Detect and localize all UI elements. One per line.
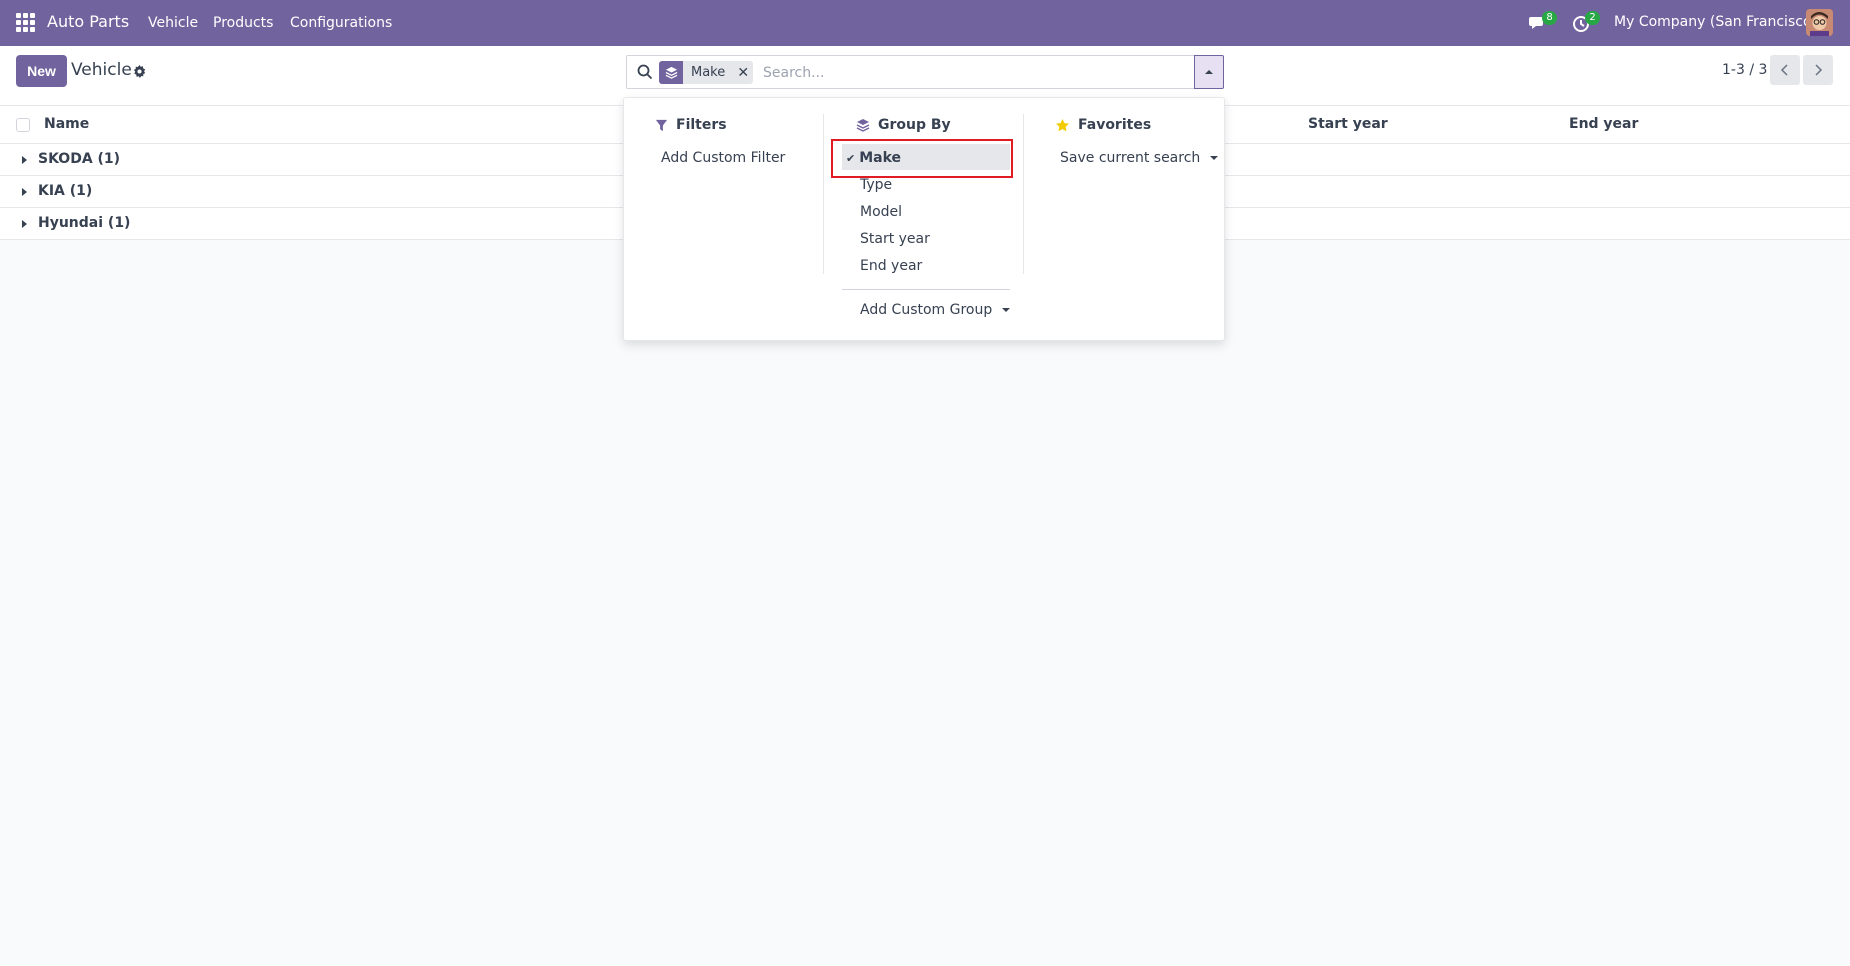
close-icon[interactable]: ✕ — [733, 61, 753, 84]
column-name[interactable]: Name — [44, 116, 89, 132]
chevron-left-icon — [1780, 64, 1788, 76]
gear-icon[interactable] — [133, 65, 146, 78]
caret-right-icon — [22, 156, 27, 164]
apps-menu-icon[interactable] — [16, 13, 35, 32]
annotation-highlight-box — [831, 139, 1013, 178]
chevron-right-icon — [1815, 64, 1823, 76]
caret-right-icon — [22, 188, 27, 196]
column-divider — [823, 114, 824, 274]
search-icon — [637, 64, 653, 80]
group-by-divider — [842, 289, 1010, 290]
group-by-layers-icon — [659, 61, 683, 84]
search-panel-dropdown: Filters Add Custom Filter Group By ✔ Make… — [623, 97, 1225, 341]
add-custom-filter[interactable]: Add Custom Filter — [661, 150, 785, 166]
pager-previous-button[interactable] — [1770, 55, 1800, 85]
group-label: Hyundai (1) — [38, 215, 131, 231]
user-avatar[interactable] — [1806, 9, 1833, 36]
select-all-checkbox[interactable] — [16, 118, 30, 132]
facet-label: Make — [691, 65, 726, 80]
group-by-option-start-year[interactable]: Start year — [860, 231, 930, 247]
group-by-option-end-year[interactable]: End year — [860, 258, 922, 274]
save-current-search[interactable]: Save current search — [1060, 150, 1219, 166]
favorites-section-title: Favorites — [1055, 117, 1151, 133]
filters-section-title: Filters — [655, 117, 727, 133]
new-button[interactable]: New — [16, 55, 67, 87]
caret-down-icon — [1002, 308, 1011, 312]
caret-up-icon — [1205, 70, 1213, 74]
app-brand[interactable]: Auto Parts — [47, 12, 129, 31]
filter-icon — [655, 119, 668, 131]
star-icon — [1056, 118, 1069, 131]
search-facet-make: Make ✕ — [659, 61, 754, 84]
breadcrumb: Vehicle — [71, 60, 132, 80]
pager-next-button[interactable] — [1803, 55, 1833, 85]
caret-down-icon — [1210, 156, 1219, 160]
menu-configurations[interactable]: Configurations — [290, 15, 392, 31]
column-end-year[interactable]: End year — [1569, 116, 1638, 132]
top-navbar: Auto Parts Vehicle Products Configuratio… — [0, 0, 1850, 46]
group-by-option-type[interactable]: Type — [860, 177, 892, 193]
search-input[interactable] — [763, 62, 1163, 84]
group-label: SKODA (1) — [38, 151, 121, 167]
group-by-option-model[interactable]: Model — [860, 204, 902, 220]
add-custom-group-select[interactable]: Add Custom Group — [860, 302, 1011, 318]
group-by-section-title: Group By — [856, 117, 951, 133]
company-switcher[interactable]: My Company (San Francisco) — [1614, 14, 1817, 30]
column-start-year[interactable]: Start year — [1308, 116, 1388, 132]
layers-icon — [856, 119, 870, 132]
caret-right-icon — [22, 220, 27, 228]
pager-value[interactable]: 1-3 / 3 — [1722, 62, 1767, 78]
search-bar[interactable]: Make ✕ — [626, 55, 1196, 89]
menu-products[interactable]: Products — [213, 15, 273, 31]
column-divider — [1023, 114, 1024, 274]
menu-vehicle[interactable]: Vehicle — [148, 15, 198, 31]
activities-badge: 2 — [1585, 11, 1600, 25]
group-label: KIA (1) — [38, 183, 93, 199]
search-panel-toggle-button[interactable] — [1194, 55, 1224, 89]
messages-badge: 8 — [1542, 11, 1557, 25]
